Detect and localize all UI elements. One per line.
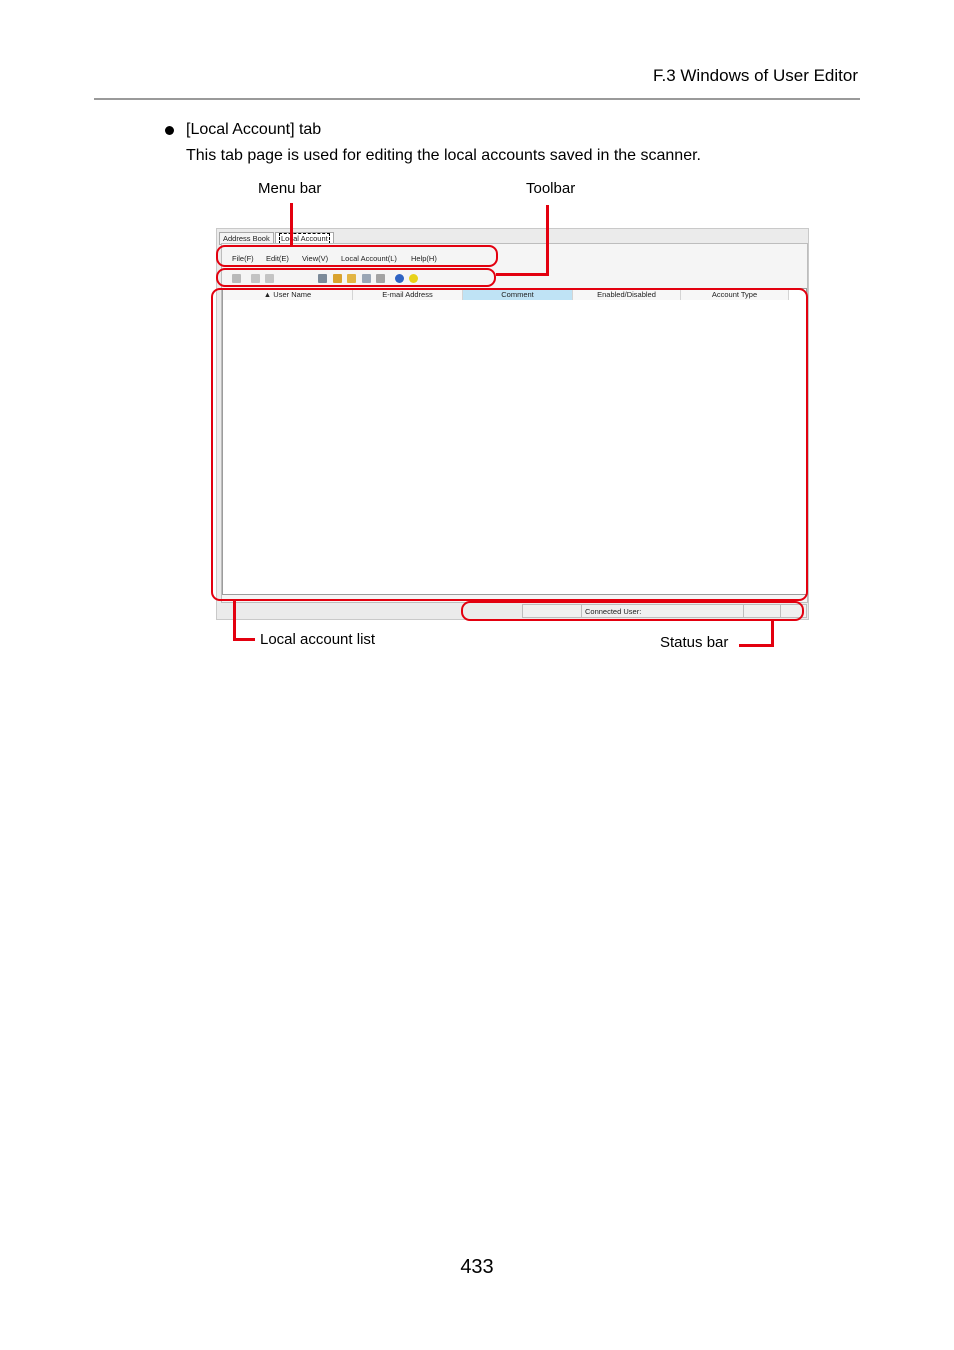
bullet-description: This tab page is used for editing the lo… — [186, 147, 701, 164]
bullet-title: [Local Account] tab — [186, 121, 322, 138]
bullet-icon — [165, 126, 174, 135]
toolbar-highlight — [216, 268, 496, 287]
section-title: F.3 Windows of User Editor — [652, 66, 858, 85]
callout-status-bar: Status bar — [660, 634, 729, 651]
callout-toolbar: Toolbar — [526, 180, 576, 197]
callout-menu-bar: Menu bar — [258, 180, 322, 197]
header-divider — [94, 98, 860, 100]
status-leader-vertical — [771, 620, 774, 647]
callout-local-account-list: Local account list — [260, 631, 376, 648]
page-number: 433 — [460, 1256, 494, 1278]
list-leader-vertical — [233, 601, 236, 641]
menu-bar-highlight — [216, 245, 498, 267]
list-leader-horizontal — [233, 638, 255, 641]
status-leader-horizontal — [739, 644, 774, 647]
toolbar-leader-horizontal — [496, 273, 549, 276]
status-bar-highlight — [461, 601, 804, 621]
menu-bar-leader — [290, 203, 293, 245]
toolbar-leader-vertical — [546, 205, 549, 275]
list-highlight — [211, 288, 808, 601]
